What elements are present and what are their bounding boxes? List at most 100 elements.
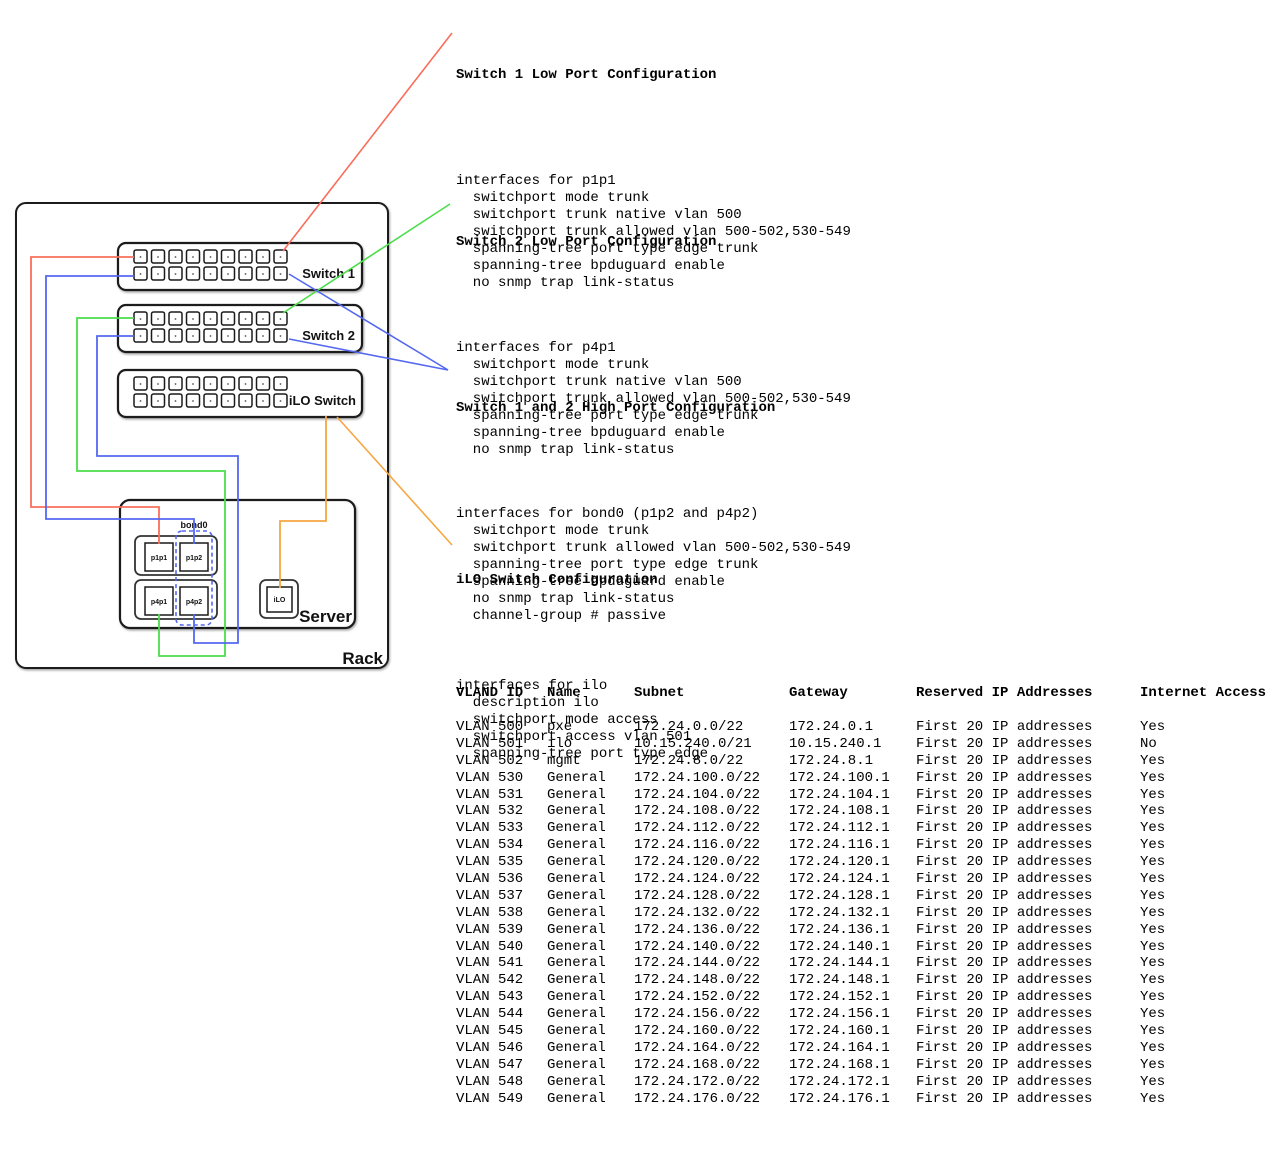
cell-name: General — [547, 905, 606, 922]
cell-reserved-ip: First 20 IP addresses — [916, 1074, 1092, 1091]
vlan-table-row: VLAN 543 General 172.24.152.0/22 172.24.… — [456, 989, 1276, 1006]
cell-reserved-ip: First 20 IP addresses — [916, 989, 1092, 1006]
cell-vlan-id: VLAN 548 — [456, 1074, 523, 1091]
vlan-table-row: VLAN 532 General 172.24.108.0/22 172.24.… — [456, 803, 1276, 820]
cell-internet-access: Yes — [1140, 770, 1165, 787]
cell-gateway: 172.24.168.1 — [789, 1057, 890, 1074]
switch2-port-row-top — [134, 312, 287, 325]
header-internet-access: Internet Access — [1140, 685, 1266, 702]
cell-subnet: 172.24.144.0/22 — [634, 955, 760, 972]
cell-reserved-ip: First 20 IP addresses — [916, 939, 1092, 956]
cell-gateway: 172.24.148.1 — [789, 972, 890, 989]
switch1-label: Switch 1 — [302, 266, 355, 281]
cell-gateway: 172.24.120.1 — [789, 854, 890, 871]
cell-vlan-id: VLAN 502 — [456, 753, 523, 770]
vlan-table-row: VLAN 541 General 172.24.144.0/22 172.24.… — [456, 955, 1276, 972]
cell-subnet: 172.24.108.0/22 — [634, 803, 760, 820]
cell-reserved-ip: First 20 IP addresses — [916, 1023, 1092, 1040]
cell-gateway: 172.24.108.1 — [789, 803, 890, 820]
cell-subnet: 172.24.0.0/22 — [634, 719, 743, 736]
cell-name: General — [547, 1006, 606, 1023]
cell-name: mgmt — [547, 753, 581, 770]
cell-gateway: 172.24.8.1 — [789, 753, 873, 770]
cell-vlan-id: VLAN 535 — [456, 854, 523, 871]
vlan-table-row: VLAN 534 General 172.24.116.0/22 172.24.… — [456, 837, 1276, 854]
cell-subnet: 172.24.116.0/22 — [634, 837, 760, 854]
cell-vlan-id: VLAN 533 — [456, 820, 523, 837]
cell-vlan-id: VLAN 501 — [456, 736, 523, 753]
vlan-table-row: VLAN 535 General 172.24.120.0/22 172.24.… — [456, 854, 1276, 871]
cell-name: General — [547, 803, 606, 820]
cell-vlan-id: VLAN 500 — [456, 719, 523, 736]
port-p1p2-label: p1p2 — [186, 555, 202, 562]
cell-name: General — [547, 854, 606, 871]
ilo-switch-label: iLO Switch — [289, 393, 356, 408]
cell-vlan-id: VLAN 545 — [456, 1023, 523, 1040]
cell-vlan-id: VLAN 531 — [456, 787, 523, 804]
cell-reserved-ip: First 20 IP addresses — [916, 1091, 1092, 1108]
cell-internet-access: Yes — [1140, 922, 1165, 939]
cell-subnet: 172.24.120.0/22 — [634, 854, 760, 871]
cell-subnet: 172.24.136.0/22 — [634, 922, 760, 939]
cell-internet-access: Yes — [1140, 820, 1165, 837]
cell-internet-access: Yes — [1140, 939, 1165, 956]
vlan-table-row: VLAN 544 General 172.24.156.0/22 172.24.… — [456, 1006, 1276, 1023]
cell-name: General — [547, 1040, 606, 1057]
cell-gateway: 172.24.156.1 — [789, 1006, 890, 1023]
cell-subnet: 172.24.140.0/22 — [634, 939, 760, 956]
vlan-table-row: VLAN 500 pxe 172.24.0.0/22 172.24.0.1 Fi… — [456, 719, 1276, 736]
switch2-port-row-bottom — [134, 329, 287, 342]
cell-reserved-ip: First 20 IP addresses — [916, 719, 1092, 736]
cell-name: General — [547, 972, 606, 989]
cell-subnet: 172.24.124.0/22 — [634, 871, 760, 888]
vlan-table-row: VLAN 531 General 172.24.104.0/22 172.24.… — [456, 787, 1276, 804]
config-section-title: Switch 1 Low Port Configuration — [456, 67, 851, 84]
cell-gateway: 172.24.176.1 — [789, 1091, 890, 1108]
cell-subnet: 172.24.112.0/22 — [634, 820, 760, 837]
vlan-table-row: VLAN 548 General 172.24.172.0/22 172.24.… — [456, 1074, 1276, 1091]
vlan-table-row: VLAN 502 mgmt 172.24.8.0/22 172.24.8.1 F… — [456, 753, 1276, 770]
vlan-table-header: VLAND ID Name Subnet Gateway Reserved IP… — [456, 685, 1276, 702]
vlan-table-row: VLAN 538 General 172.24.132.0/22 172.24.… — [456, 905, 1276, 922]
cell-gateway: 172.24.136.1 — [789, 922, 890, 939]
cell-name: General — [547, 1091, 606, 1108]
cell-subnet: 172.24.172.0/22 — [634, 1074, 760, 1091]
cell-reserved-ip: First 20 IP addresses — [916, 820, 1092, 837]
cell-reserved-ip: First 20 IP addresses — [916, 922, 1092, 939]
cell-gateway: 172.24.144.1 — [789, 955, 890, 972]
vlan-table-row: VLAN 540 General 172.24.140.0/22 172.24.… — [456, 939, 1276, 956]
cell-subnet: 172.24.168.0/22 — [634, 1057, 760, 1074]
cell-name: General — [547, 989, 606, 1006]
cell-name: General — [547, 837, 606, 854]
vlan-table-row: VLAN 549 General 172.24.176.0/22 172.24.… — [456, 1091, 1276, 1108]
cell-name: General — [547, 820, 606, 837]
vlan-table-row: VLAN 539 General 172.24.136.0/22 172.24.… — [456, 922, 1276, 939]
cell-internet-access: Yes — [1140, 787, 1165, 804]
cell-subnet: 172.24.164.0/22 — [634, 1040, 760, 1057]
cell-vlan-id: VLAN 543 — [456, 989, 523, 1006]
header-gateway: Gateway — [789, 685, 848, 702]
cell-gateway: 172.24.164.1 — [789, 1040, 890, 1057]
cell-vlan-id: VLAN 540 — [456, 939, 523, 956]
cell-name: General — [547, 1057, 606, 1074]
cell-name: pxe — [547, 719, 572, 736]
cell-gateway: 172.24.0.1 — [789, 719, 873, 736]
cell-name: General — [547, 787, 606, 804]
cell-internet-access: Yes — [1140, 1023, 1165, 1040]
cell-subnet: 172.24.176.0/22 — [634, 1091, 760, 1108]
cell-vlan-id: VLAN 541 — [456, 955, 523, 972]
cell-gateway: 172.24.116.1 — [789, 837, 890, 854]
cell-subnet: 172.24.128.0/22 — [634, 888, 760, 905]
cell-vlan-id: VLAN 547 — [456, 1057, 523, 1074]
cell-reserved-ip: First 20 IP addresses — [916, 753, 1092, 770]
cell-gateway: 172.24.152.1 — [789, 989, 890, 1006]
cell-subnet: 172.24.104.0/22 — [634, 787, 760, 804]
cell-reserved-ip: First 20 IP addresses — [916, 803, 1092, 820]
header-vland-id: VLAND ID — [456, 685, 523, 702]
cell-internet-access: Yes — [1140, 837, 1165, 854]
cell-reserved-ip: First 20 IP addresses — [916, 955, 1092, 972]
vlan-table-row: VLAN 536 General 172.24.124.0/22 172.24.… — [456, 871, 1276, 888]
port-ilo-label: iLO — [274, 597, 286, 604]
cell-internet-access: No — [1140, 736, 1157, 753]
cell-internet-access: Yes — [1140, 719, 1165, 736]
